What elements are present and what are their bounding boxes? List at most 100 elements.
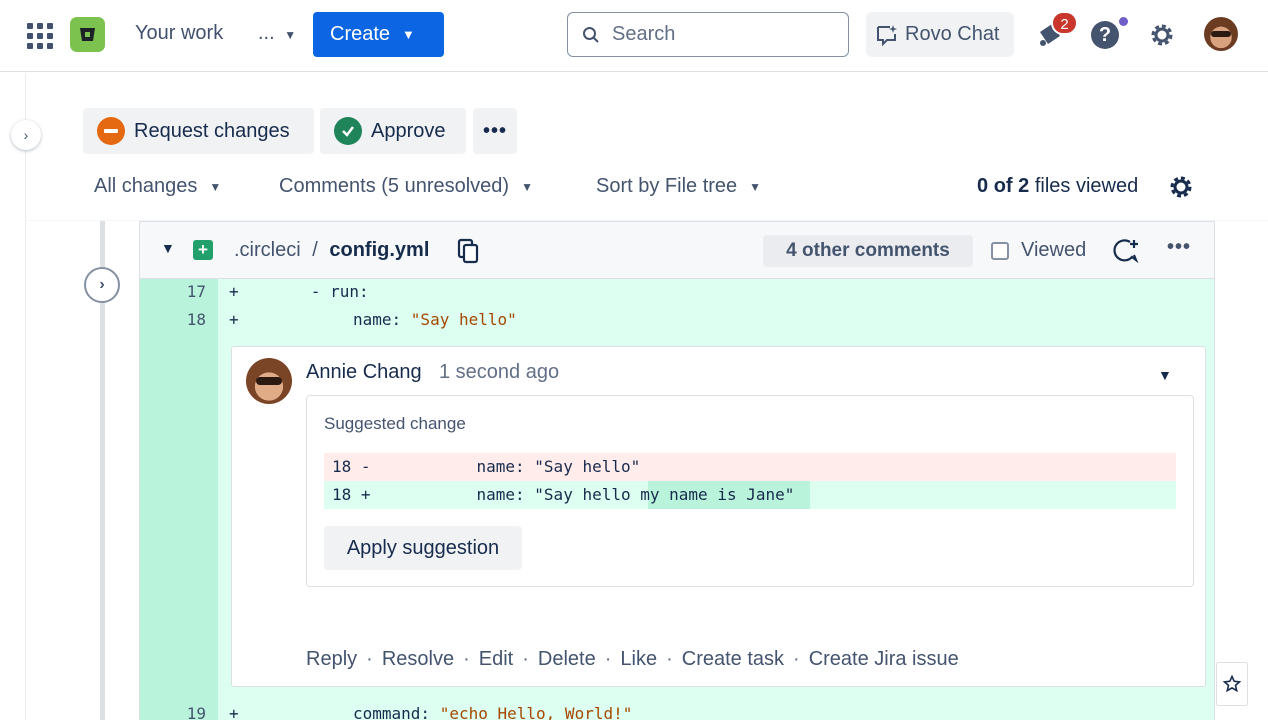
file-dir: .circleci — [234, 239, 301, 261]
chevron-down-icon: ▼ — [749, 179, 762, 194]
file-path: .circleci / config.yml — [234, 239, 429, 262]
nav-more-dropdown[interactable]: ... ▼ — [258, 22, 296, 45]
code-string: "echo Hello, World!" — [439, 704, 633, 720]
comments-filter-label: Comments (5 unresolved) — [279, 175, 510, 197]
copy-path-icon[interactable] — [457, 238, 479, 264]
files-viewed-suffix: files viewed — [1034, 175, 1139, 197]
comment-author-avatar[interactable] — [246, 358, 292, 404]
file-diff-panel: ▼ + .circleci / config.yml 4 other comme… — [139, 221, 1215, 720]
collapse-comment-chevron-icon[interactable]: ▼ — [1158, 367, 1172, 383]
apply-suggestion-button[interactable]: Apply suggestion — [324, 526, 522, 570]
search-input[interactable]: Search — [567, 12, 849, 57]
suggested-change-title: Suggested change — [324, 414, 466, 433]
app-switcher-icon[interactable] — [27, 23, 53, 49]
line-number[interactable]: 19 — [140, 704, 206, 720]
nav-more-label: ... — [258, 22, 275, 44]
added-marker: + — [229, 310, 239, 329]
expand-sidebar-chevron-icon[interactable]: › — [11, 120, 41, 150]
separator-dot: · — [666, 648, 673, 670]
comment-author[interactable]: Annie Chang — [306, 361, 422, 384]
chevron-down-icon: ▼ — [521, 179, 533, 194]
chevron-down-icon: ▼ — [209, 179, 222, 194]
settings-gear-icon[interactable] — [1148, 21, 1176, 49]
minus-circle-icon — [97, 117, 125, 145]
separator-dot: · — [522, 648, 529, 670]
sort-dropdown[interactable]: Sort by File tree ▼ — [596, 175, 761, 198]
suggested-change-box: Suggested change 18 - name: "Say hello" … — [306, 395, 1194, 587]
edit-link[interactable]: Edit — [479, 648, 513, 671]
code-line: command: "echo Hello, World!" — [353, 704, 632, 720]
comment-actions: Reply · Resolve · Edit · Delete · Like · Crea… — [306, 648, 959, 671]
viewed-label[interactable]: Viewed — [1021, 239, 1086, 262]
bitbucket-logo[interactable] — [70, 17, 105, 52]
search-placeholder: Search — [612, 23, 676, 45]
suggestion-added-line: 18 + name: "Say hello my name is Jane" — [324, 481, 1176, 509]
check-circle-icon — [334, 117, 362, 145]
chevron-down-icon: ▼ — [402, 27, 415, 42]
diff-settings-gear-icon[interactable] — [1167, 173, 1195, 201]
add-comment-icon[interactable] — [1112, 238, 1140, 264]
suggestion-removed-line: 18 - name: "Say hello" — [324, 453, 1176, 481]
nav-your-work[interactable]: Your work — [135, 22, 223, 45]
like-link[interactable]: Like — [620, 648, 657, 671]
code-line: - run: — [253, 282, 369, 301]
file-header: ▼ + .circleci / config.yml 4 other comme… — [140, 222, 1214, 279]
collapse-file-chevron-icon[interactable]: ▼ — [161, 240, 175, 256]
chevron-down-icon: ▼ — [284, 28, 297, 42]
help-indicator-dot — [1119, 17, 1128, 26]
other-comments-button[interactable]: 4 other comments — [763, 235, 973, 267]
user-avatar[interactable] — [1204, 17, 1238, 51]
request-changes-button[interactable]: Request changes — [83, 108, 314, 154]
chat-sparkle-icon — [877, 24, 897, 46]
approve-button[interactable]: Approve — [320, 108, 466, 154]
delete-link[interactable]: Delete — [538, 648, 596, 671]
line-number[interactable]: 18 — [140, 310, 206, 329]
search-icon — [583, 26, 599, 43]
left-sidebar-rail — [0, 73, 26, 720]
line-number-gutter — [140, 279, 218, 720]
comment-timestamp[interactable]: 1 second ago — [439, 361, 559, 384]
separator-dot: · — [366, 648, 373, 670]
create-jira-issue-link[interactable]: Create Jira issue — [809, 648, 959, 671]
viewed-checkbox[interactable] — [991, 242, 1009, 260]
separator-dot: · — [604, 648, 612, 670]
file-more-actions-icon[interactable]: ••• — [1167, 236, 1191, 259]
inline-comment: Annie Chang 1 second ago ▼ Suggested cha… — [231, 346, 1206, 687]
code-key: command: — [353, 704, 440, 720]
path-separator: / — [312, 239, 318, 261]
comments-filter-dropdown[interactable]: Comments (5 unresolved) ▼ — [279, 175, 533, 198]
files-total-count: 2 — [1018, 175, 1030, 197]
top-navigation: Your work ... ▼ Create ▼ Search Rovo Cha… — [0, 0, 1268, 72]
code-key: name: — [353, 310, 411, 329]
feedback-star-icon[interactable] — [1216, 662, 1248, 706]
code-line: name: "Say hello" — [353, 310, 517, 329]
request-changes-label: Request changes — [134, 119, 290, 142]
code-string: "Say hello" — [410, 310, 517, 329]
added-line-text: 18 + name: "Say hello my name is Jane" — [332, 485, 795, 504]
line-number[interactable]: 17 — [140, 282, 206, 301]
create-label: Create — [330, 23, 391, 45]
create-button[interactable]: Create ▼ — [313, 12, 444, 57]
separator-dot: · — [463, 648, 470, 670]
separator-dot: · — [793, 648, 800, 670]
files-viewed-count: 0 — [977, 175, 989, 197]
more-dots-icon: ••• — [482, 119, 507, 142]
pr-more-actions-button[interactable]: ••• — [473, 108, 517, 154]
changes-filter-dropdown[interactable]: All changes ▼ — [94, 175, 221, 198]
help-icon[interactable]: ? — [1091, 21, 1119, 49]
file-tree-toggle-chevron-icon[interactable]: › — [84, 267, 120, 303]
rovo-chat-button[interactable]: Rovo Chat — [866, 12, 1014, 57]
file-added-icon: + — [193, 240, 213, 260]
sort-label: Sort by File tree — [596, 175, 738, 197]
files-viewed-counter: 0 of 2 files viewed — [977, 175, 1138, 198]
files-viewed-of: of — [993, 175, 1013, 197]
changes-filter-label: All changes — [94, 175, 198, 197]
added-marker: + — [229, 282, 239, 301]
create-task-link[interactable]: Create task — [682, 648, 784, 671]
file-name: config.yml — [329, 239, 430, 261]
reply-link[interactable]: Reply — [306, 648, 357, 671]
notification-count-badge: 2 — [1051, 11, 1078, 35]
rovo-chat-label: Rovo Chat — [905, 23, 1000, 45]
removed-line-text: 18 - name: "Say hello" — [332, 457, 641, 476]
resolve-link[interactable]: Resolve — [382, 648, 454, 671]
